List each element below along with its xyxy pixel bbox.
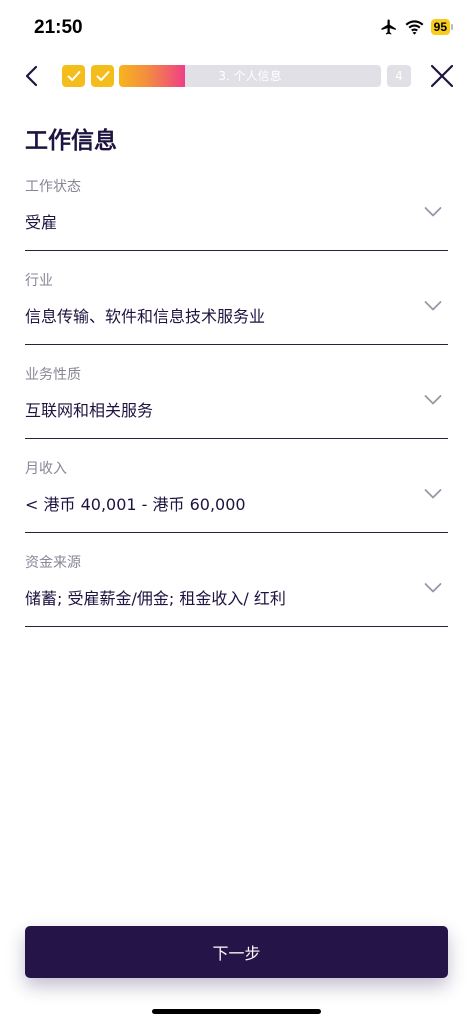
back-button[interactable] bbox=[20, 64, 44, 88]
field-label: 业务性质 bbox=[25, 367, 81, 383]
close-icon bbox=[430, 64, 454, 88]
battery-icon: 95 bbox=[430, 19, 453, 35]
employment-status-field[interactable]: 工作状态 受雇 bbox=[25, 176, 448, 251]
step-4-pending: 4 bbox=[387, 65, 411, 87]
field-value: < 港币 40,001 - 港币 60,000 bbox=[25, 495, 246, 514]
business-nature-field[interactable]: 业务性质 互联网和相关服务 bbox=[25, 364, 448, 439]
page-title: 工作信息 bbox=[25, 128, 117, 154]
battery-tip bbox=[451, 24, 453, 30]
monthly-income-field[interactable]: 月收入 < 港币 40,001 - 港币 60,000 bbox=[25, 458, 448, 533]
field-label: 工作状态 bbox=[25, 179, 81, 195]
next-button[interactable]: 下一步 bbox=[25, 926, 448, 978]
chevron-down-icon bbox=[424, 301, 442, 311]
field-value: 受雇 bbox=[25, 213, 58, 232]
airplane-icon bbox=[381, 19, 396, 35]
field-label: 行业 bbox=[25, 273, 53, 289]
home-indicator bbox=[152, 1009, 321, 1014]
status-icons: 95 bbox=[380, 18, 453, 36]
chevron-down-icon bbox=[424, 395, 442, 405]
check-icon bbox=[67, 71, 80, 81]
chevron-down-icon bbox=[424, 207, 442, 217]
header: 3. 个人信息 4 bbox=[0, 56, 473, 96]
step-current-label: 3. 个人信息 bbox=[218, 69, 282, 83]
step-2-complete bbox=[91, 65, 114, 87]
step-3-current: 3. 个人信息 bbox=[119, 65, 381, 87]
wifi-icon bbox=[405, 19, 424, 35]
industry-field[interactable]: 行业 信息传输、软件和信息技术服务业 bbox=[25, 270, 448, 345]
status-time: 21:50 bbox=[34, 17, 83, 38]
status-bar: 21:50 95 bbox=[0, 0, 473, 56]
field-label: 资金来源 bbox=[25, 555, 81, 571]
field-value: 互联网和相关服务 bbox=[25, 401, 154, 420]
close-button[interactable] bbox=[429, 63, 455, 89]
chevron-down-icon bbox=[424, 583, 442, 593]
chevron-down-icon bbox=[424, 489, 442, 499]
chevron-left-icon bbox=[25, 65, 38, 87]
check-icon bbox=[96, 71, 109, 81]
field-value: 储蓄; 受雇薪金/佣金; 租金收入/ 红利 bbox=[25, 589, 286, 608]
step-1-complete bbox=[62, 65, 85, 87]
field-label: 月收入 bbox=[25, 461, 67, 477]
battery-level: 95 bbox=[430, 19, 450, 35]
source-of-funds-field[interactable]: 资金来源 储蓄; 受雇薪金/佣金; 租金收入/ 红利 bbox=[25, 552, 448, 627]
field-value: 信息传输、软件和信息技术服务业 bbox=[25, 307, 266, 326]
